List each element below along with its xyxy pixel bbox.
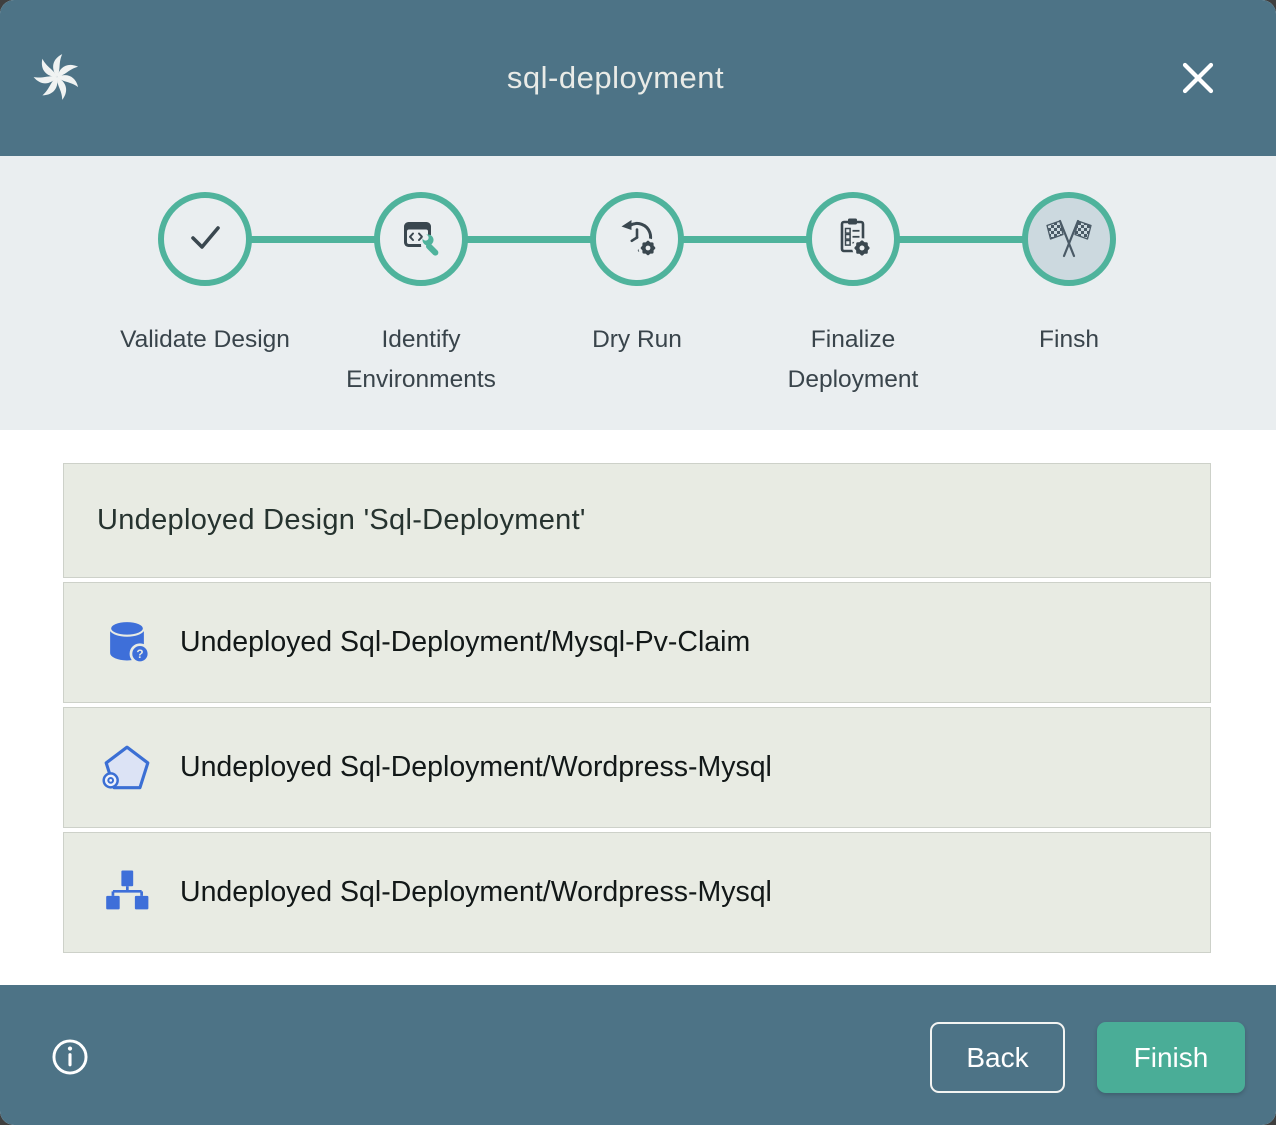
check-icon [181, 213, 229, 266]
step-identify-environments[interactable] [374, 192, 468, 286]
modal-header: sql-deployment [0, 0, 1276, 156]
deployment-wizard-modal: sql-deployment [0, 0, 1276, 1125]
modal-footer: Back Finish [0, 985, 1276, 1125]
result-item-text: Undeployed Sql-Deployment/Mysql-Pv-Claim [180, 626, 750, 659]
table-row: Undeployed Sql-Deployment/Wordpress-Mysq… [63, 832, 1211, 953]
step-dry-run[interactable] [590, 192, 684, 286]
page-title: sql-deployment [507, 60, 724, 96]
result-item-text: Undeployed Sql-Deployment/Wordpress-Mysq… [180, 751, 772, 784]
finish-button[interactable]: Finish [1097, 1022, 1245, 1093]
step-label-validate-design: Validate Design [120, 320, 290, 360]
table-row: ? Undeployed Sql-Deployment/Mysql-Pv-Cla… [63, 582, 1211, 703]
topology-icon [100, 866, 154, 920]
step-label-dry-run: Dry Run [552, 320, 722, 360]
step-finish[interactable] [1022, 192, 1116, 286]
info-icon[interactable] [48, 1035, 92, 1079]
step-label-finish: Finsh [984, 320, 1154, 360]
close-icon[interactable] [1176, 56, 1220, 100]
deployment-results-list: Undeployed Design 'Sql-Deployment' ? Und… [63, 463, 1211, 953]
finalize-clipboard-icon [829, 213, 877, 266]
pod-pentagon-icon [100, 741, 154, 795]
step-validate-design[interactable] [158, 192, 252, 286]
result-header-row: Undeployed Design 'Sql-Deployment' [63, 463, 1211, 578]
results-panel: Undeployed Design 'Sql-Deployment' ? Und… [0, 430, 1276, 985]
code-setup-icon [397, 213, 445, 266]
dry-run-icon [613, 213, 661, 266]
table-row: Undeployed Sql-Deployment/Wordpress-Mysq… [63, 707, 1211, 828]
step-finalize-deployment[interactable] [806, 192, 900, 286]
result-item-text: Undeployed Sql-Deployment/Wordpress-Mysq… [180, 876, 772, 909]
back-button[interactable]: Back [930, 1022, 1065, 1093]
deployment-stepper: Validate Design Identify Environments Dr… [0, 156, 1276, 430]
svg-text:?: ? [136, 646, 143, 660]
result-header-text: Undeployed Design 'Sql-Deployment' [97, 504, 586, 537]
step-label-identify-environments: Identify Environments [336, 320, 506, 400]
checkered-flags-icon [1045, 213, 1093, 266]
database-icon: ? [100, 616, 154, 670]
step-label-finalize-deployment: Finalize Deployment [768, 320, 938, 400]
meshery-logo-icon [30, 50, 84, 104]
